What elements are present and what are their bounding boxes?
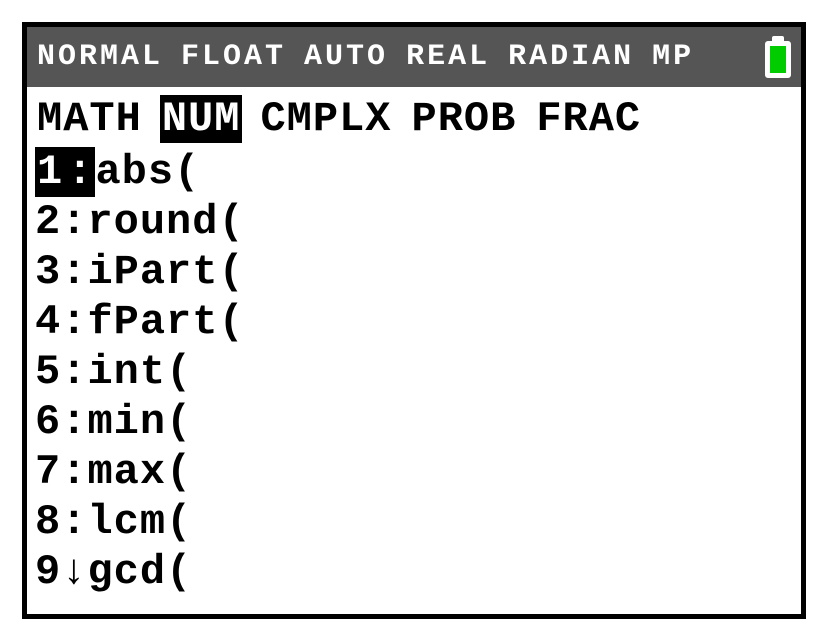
menu-item-number: 3 xyxy=(35,247,61,297)
menu-item-lcm[interactable]: 8:lcm( xyxy=(35,497,793,547)
menu-item-ipart[interactable]: 3:iPart( xyxy=(35,247,793,297)
menu-item-label: iPart( xyxy=(87,247,244,297)
menu-item-label: round( xyxy=(87,197,244,247)
menu-item-sep: : xyxy=(61,397,87,447)
menu-item-number: 6 xyxy=(35,397,61,447)
menu-item-label: abs( xyxy=(95,147,200,197)
menu-item-number: 4 xyxy=(35,297,61,347)
menu-item-gcd[interactable]: 9↓gcd( xyxy=(35,547,793,597)
menu-item-label: gcd( xyxy=(87,547,192,597)
menu-item-sep: : xyxy=(65,147,95,197)
down-arrow-icon: ↓ xyxy=(61,547,87,597)
tab-frac[interactable]: FRAC xyxy=(534,95,643,143)
menu-item-sep: : xyxy=(61,347,87,397)
status-text: NORMAL FLOAT AUTO REAL RADIAN MP xyxy=(37,40,694,74)
status-item: RADIAN xyxy=(508,40,634,74)
menu-item-number: 1 xyxy=(35,147,65,197)
tab-cmplx[interactable]: CMPLX xyxy=(258,95,393,143)
tab-num[interactable]: NUM xyxy=(160,95,243,143)
status-item: REAL xyxy=(406,40,490,74)
calculator-screen: NORMAL FLOAT AUTO REAL RADIAN MP MATH NU… xyxy=(22,22,806,619)
menu-item-abs[interactable]: 1:abs( xyxy=(35,147,793,197)
status-item: NORMAL xyxy=(37,40,163,74)
menu-item-sep: : xyxy=(61,247,87,297)
tab-math[interactable]: MATH xyxy=(35,95,144,143)
content-area: MATH NUM CMPLX PROB FRAC 1:abs( 2:round(… xyxy=(27,87,801,605)
menu-item-fpart[interactable]: 4:fPart( xyxy=(35,297,793,347)
menu-item-sep: : xyxy=(61,447,87,497)
menu-item-number: 7 xyxy=(35,447,61,497)
status-bar: NORMAL FLOAT AUTO REAL RADIAN MP xyxy=(27,27,801,87)
menu-item-sep: : xyxy=(61,297,87,347)
menu-item-label: min( xyxy=(87,397,192,447)
menu-item-label: lcm( xyxy=(87,497,192,547)
menu-item-sep: : xyxy=(61,497,87,547)
menu-item-number: 8 xyxy=(35,497,61,547)
menu-list: 1:abs( 2:round( 3:iPart( 4:fPart( 5:int(… xyxy=(35,147,793,597)
status-item: AUTO xyxy=(304,40,388,74)
menu-item-int[interactable]: 5:int( xyxy=(35,347,793,397)
menu-item-max[interactable]: 7:max( xyxy=(35,447,793,497)
tab-prob[interactable]: PROB xyxy=(409,95,518,143)
menu-item-label: fPart( xyxy=(87,297,244,347)
menu-item-round[interactable]: 2:round( xyxy=(35,197,793,247)
menu-item-label: int( xyxy=(87,347,192,397)
menu-item-number: 2 xyxy=(35,197,61,247)
menu-item-sep: : xyxy=(61,197,87,247)
status-item: MP xyxy=(652,40,694,74)
menu-item-min[interactable]: 6:min( xyxy=(35,397,793,447)
battery-icon xyxy=(765,36,791,78)
menu-tabs: MATH NUM CMPLX PROB FRAC xyxy=(35,95,793,143)
menu-item-number: 5 xyxy=(35,347,61,397)
menu-item-label: max( xyxy=(87,447,192,497)
status-item: FLOAT xyxy=(181,40,286,74)
menu-item-number: 9 xyxy=(35,547,61,597)
